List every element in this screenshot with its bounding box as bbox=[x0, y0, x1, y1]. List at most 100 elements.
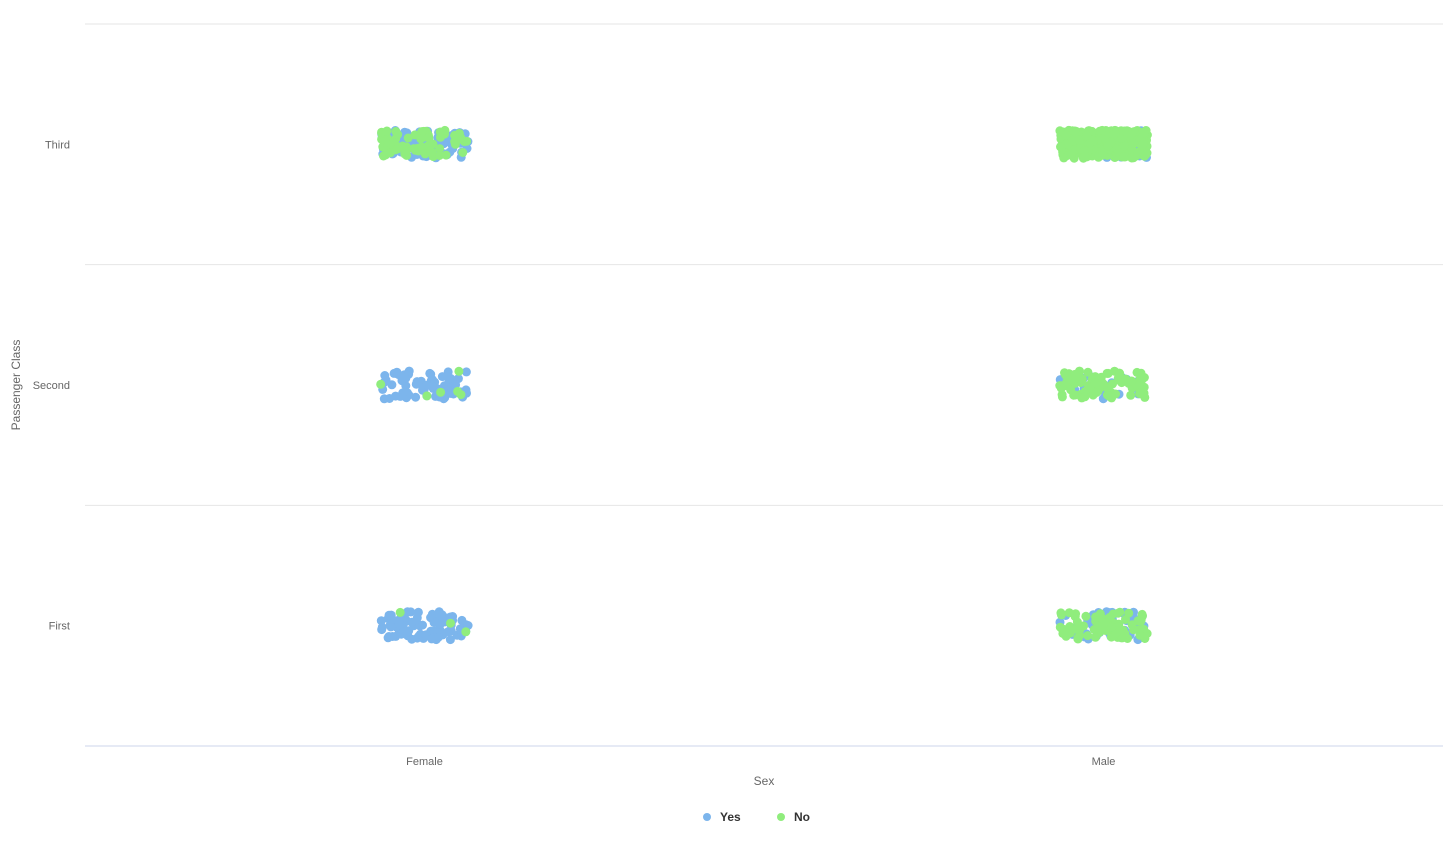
legend-marker bbox=[777, 813, 785, 821]
data-point-yes[interactable] bbox=[380, 371, 390, 380]
data-point-no[interactable] bbox=[1056, 142, 1065, 152]
chart-container: Female Male First Second Third Sex Passenger… bbox=[0, 0, 1443, 847]
data-point-no[interactable] bbox=[1070, 373, 1080, 383]
scatter-chart: Female Male First Second Third Sex Passenger… bbox=[9, 23, 1443, 824]
data-point-no[interactable] bbox=[1126, 390, 1136, 400]
data-point-no[interactable] bbox=[1091, 632, 1100, 642]
data-point-no[interactable] bbox=[1059, 153, 1069, 163]
data-point-no[interactable] bbox=[1115, 369, 1125, 379]
data-point-no[interactable] bbox=[1056, 383, 1066, 393]
data-point-no[interactable] bbox=[424, 133, 434, 143]
data-point-no[interactable] bbox=[1113, 608, 1123, 618]
data-point-no[interactable] bbox=[393, 144, 403, 154]
points-layer bbox=[376, 125, 1152, 645]
data-point-no[interactable] bbox=[1104, 391, 1114, 401]
data-point-no[interactable] bbox=[395, 607, 405, 617]
data-point-no[interactable] bbox=[403, 133, 413, 143]
data-point-yes[interactable] bbox=[406, 607, 416, 617]
data-point-yes[interactable] bbox=[443, 627, 453, 637]
data-point-no[interactable] bbox=[1057, 392, 1067, 402]
data-point-yes[interactable] bbox=[426, 369, 436, 379]
data-point-no[interactable] bbox=[1095, 609, 1105, 619]
data-point-no[interactable] bbox=[461, 627, 471, 637]
data-point-no[interactable] bbox=[1066, 385, 1076, 395]
data-point-no[interactable] bbox=[1135, 630, 1145, 640]
data-point-no[interactable] bbox=[453, 386, 463, 396]
data-point-no[interactable] bbox=[1064, 608, 1074, 618]
data-point-no[interactable] bbox=[1072, 617, 1082, 627]
data-point-no[interactable] bbox=[1127, 620, 1137, 630]
y-tick-label: Second bbox=[33, 380, 70, 392]
data-point-yes[interactable] bbox=[377, 625, 387, 635]
data-point-no[interactable] bbox=[1105, 612, 1115, 622]
data-point-no[interactable] bbox=[416, 134, 426, 144]
data-point-yes[interactable] bbox=[437, 617, 447, 627]
data-point-no[interactable] bbox=[1056, 608, 1066, 618]
data-point-no[interactable] bbox=[1090, 378, 1100, 388]
data-point-no[interactable] bbox=[458, 148, 468, 157]
data-point-no[interactable] bbox=[382, 126, 392, 136]
data-point-no[interactable] bbox=[1092, 388, 1101, 397]
data-point-no[interactable] bbox=[409, 144, 419, 154]
legend-label: No bbox=[794, 810, 810, 824]
data-point-no[interactable] bbox=[457, 135, 466, 144]
data-point-yes[interactable] bbox=[385, 394, 394, 403]
data-point-no[interactable] bbox=[1118, 152, 1128, 162]
y-axis-title: Passenger Class bbox=[9, 340, 23, 431]
legend: Yes No bbox=[703, 810, 810, 824]
data-point-yes[interactable] bbox=[386, 610, 396, 620]
data-point-no[interactable] bbox=[1136, 617, 1146, 626]
data-point-yes[interactable] bbox=[404, 366, 414, 376]
data-point-no[interactable] bbox=[1080, 146, 1090, 156]
data-point-no[interactable] bbox=[1139, 128, 1149, 138]
data-point-no[interactable] bbox=[1099, 379, 1108, 389]
data-point-no[interactable] bbox=[1081, 611, 1091, 621]
data-point-yes[interactable] bbox=[386, 622, 396, 632]
data-point-yes[interactable] bbox=[427, 634, 437, 644]
data-point-no[interactable] bbox=[1124, 608, 1134, 618]
data-point-no[interactable] bbox=[1106, 137, 1116, 147]
data-point-no[interactable] bbox=[1074, 135, 1084, 145]
data-point-no[interactable] bbox=[436, 387, 446, 397]
data-point-yes[interactable] bbox=[407, 617, 417, 627]
data-point-no[interactable] bbox=[1132, 149, 1142, 159]
data-point-no[interactable] bbox=[1098, 150, 1108, 160]
data-point-yes[interactable] bbox=[398, 388, 408, 398]
data-point-no[interactable] bbox=[1055, 622, 1065, 632]
data-point-no[interactable] bbox=[1083, 367, 1093, 377]
data-point-no[interactable] bbox=[1119, 126, 1129, 136]
data-point-yes[interactable] bbox=[429, 618, 439, 628]
data-point-no[interactable] bbox=[1138, 386, 1148, 395]
y-tick-label: First bbox=[49, 621, 70, 633]
data-point-no[interactable] bbox=[435, 132, 445, 142]
tick-labels: Female Male First Second Third bbox=[33, 139, 1116, 768]
data-point-no[interactable] bbox=[1083, 631, 1093, 641]
data-point-no[interactable] bbox=[425, 146, 435, 156]
data-point-yes[interactable] bbox=[407, 634, 417, 644]
data-point-no[interactable] bbox=[454, 366, 464, 376]
data-point-no[interactable] bbox=[1073, 633, 1083, 643]
data-point-yes[interactable] bbox=[457, 615, 467, 625]
data-point-no[interactable] bbox=[1080, 392, 1090, 402]
data-point-no[interactable] bbox=[393, 130, 403, 139]
data-point-no[interactable] bbox=[446, 618, 455, 628]
data-point-no[interactable] bbox=[1139, 373, 1149, 382]
data-point-yes[interactable] bbox=[422, 380, 432, 390]
data-point-no[interactable] bbox=[422, 391, 432, 401]
data-point-no[interactable] bbox=[435, 151, 444, 160]
data-point-no[interactable] bbox=[376, 379, 386, 389]
legend-item-no[interactable]: No bbox=[777, 810, 810, 824]
x-tick-label: Female bbox=[406, 756, 443, 768]
data-point-yes[interactable] bbox=[376, 616, 386, 626]
data-point-yes[interactable] bbox=[384, 632, 394, 641]
y-tick-label: Third bbox=[45, 139, 70, 151]
data-point-no[interactable] bbox=[1138, 139, 1148, 149]
data-point-yes[interactable] bbox=[445, 635, 455, 645]
data-point-no[interactable] bbox=[1062, 369, 1071, 379]
data-point-yes[interactable] bbox=[418, 620, 427, 630]
legend-item-yes[interactable]: Yes bbox=[703, 810, 741, 824]
data-point-yes[interactable] bbox=[398, 627, 408, 637]
data-point-no[interactable] bbox=[1129, 138, 1138, 148]
data-point-no[interactable] bbox=[1107, 622, 1116, 632]
data-point-no[interactable] bbox=[1061, 130, 1071, 140]
